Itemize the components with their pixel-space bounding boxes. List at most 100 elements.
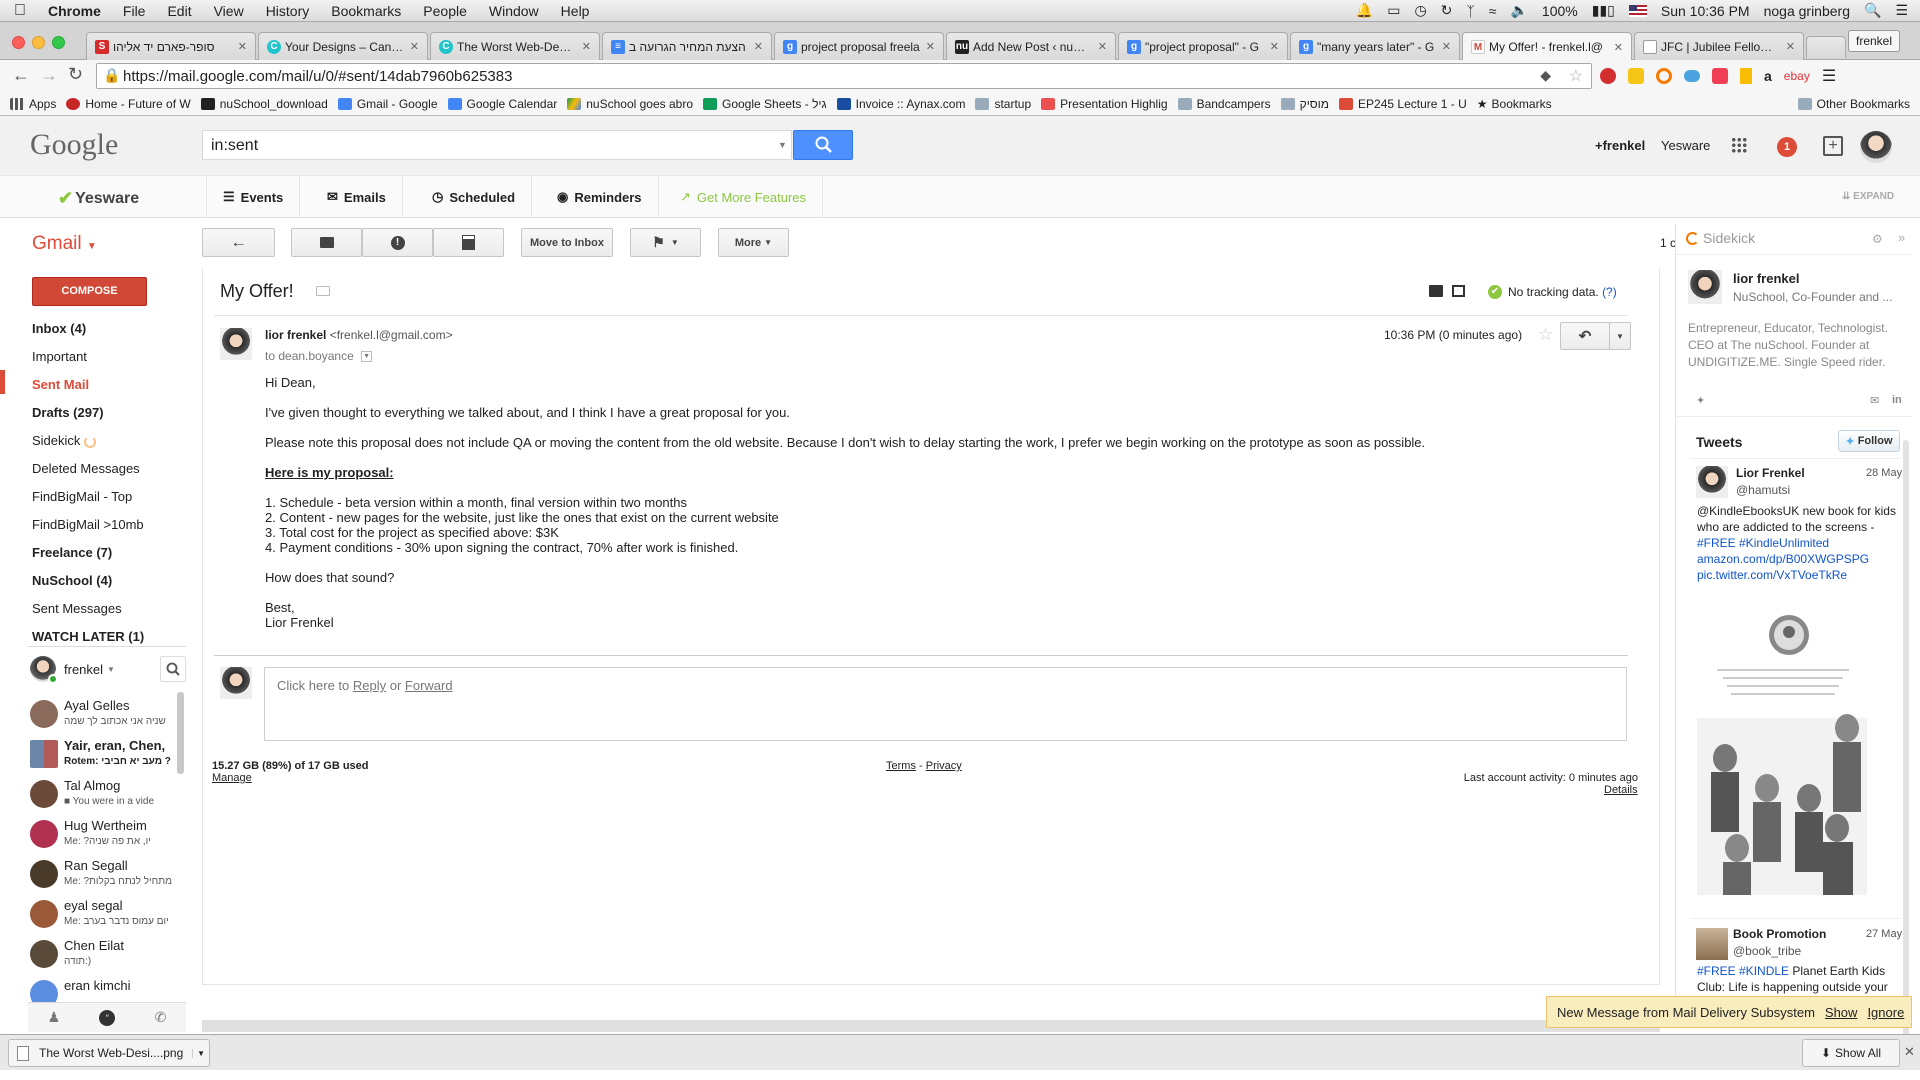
chat-item[interactable]: Yair, eran, Chen, Rotem: מעב יא חביבי ?: [28, 738, 178, 776]
menu-people[interactable]: People: [423, 3, 467, 19]
tweet-hashtags[interactable]: #FREE #KindleUnlimited: [1697, 536, 1829, 550]
forward-icon[interactable]: →: [40, 65, 58, 86]
tab-close-icon[interactable]: ✕: [410, 40, 419, 53]
os-user-name[interactable]: noga grinberg: [1764, 3, 1850, 19]
nav-freelance[interactable]: Freelance (7): [32, 545, 112, 560]
yesware-reminders-tab[interactable]: ◉ Reminders: [541, 176, 659, 218]
sender-avatar[interactable]: [220, 328, 252, 360]
compose-button[interactable]: COMPOSE: [32, 277, 147, 306]
labels-button[interactable]: ⚑ ▼: [630, 228, 701, 257]
new-window-icon[interactable]: [1452, 285, 1465, 297]
browser-tab[interactable]: JFC | Jubilee Fellowsh ✕: [1634, 32, 1804, 60]
tab-close-icon[interactable]: ✕: [1614, 41, 1623, 54]
nav-deleted-messages[interactable]: Deleted Messages: [32, 461, 140, 476]
star-icon[interactable]: ☆: [1538, 325, 1553, 345]
more-button[interactable]: More ▼: [718, 228, 789, 257]
tweet-hashtags[interactable]: #FREE #KINDLE: [1697, 964, 1789, 978]
tweet-author[interactable]: Lior Frenkel: [1736, 466, 1805, 480]
menu-edit[interactable]: Edit: [167, 3, 191, 19]
bookmark-item[interactable]: nuSchool goes abro: [567, 97, 693, 111]
label-outline-icon[interactable]: [316, 286, 330, 296]
profile-name[interactable]: lior frenkel: [1733, 271, 1799, 286]
volume-icon[interactable]: 🔈: [1510, 2, 1527, 19]
bookmark-folder[interactable]: startup: [975, 97, 1031, 111]
manage-storage-link[interactable]: Manage: [212, 772, 252, 784]
sender[interactable]: lior frenkel <frenkel.l@gmail.com>: [265, 328, 453, 342]
menu-window[interactable]: Window: [489, 3, 539, 19]
linkedin-icon[interactable]: in: [1892, 394, 1902, 406]
clock[interactable]: Sun 10:36 PM: [1661, 3, 1750, 19]
yesware-expand[interactable]: ⇊ EXPAND: [1842, 191, 1894, 202]
bookmark-item[interactable]: Google Sheets - גיל: [703, 97, 827, 111]
gear-icon[interactable]: ⚙: [1872, 232, 1883, 246]
notification-bell-icon[interactable]: 🔔: [1356, 2, 1373, 19]
follow-button[interactable]: ✦ Follow: [1838, 430, 1900, 452]
person-icon[interactable]: ♟: [48, 1009, 61, 1026]
chat-item[interactable]: Ran Segall Me: ?מתחיל לנתח בקלות: [28, 858, 178, 896]
menu-history[interactable]: History: [266, 3, 310, 19]
back-to-sent-button[interactable]: ←: [202, 228, 275, 257]
gmail-product-menu[interactable]: Gmail ▼: [32, 233, 97, 255]
report-spam-button[interactable]: !: [362, 228, 433, 257]
yesware-events-tab[interactable]: ☰ Events: [206, 176, 301, 218]
time-machine-icon[interactable]: ◷: [1414, 2, 1426, 19]
nav-drafts[interactable]: Drafts (297): [32, 405, 104, 420]
tweet-image[interactable]: [1697, 608, 1867, 895]
tweet-author[interactable]: Book Promotion: [1733, 927, 1826, 941]
nav-sent-mail[interactable]: Sent Mail: [32, 377, 89, 392]
hangouts-icon[interactable]: “: [99, 1009, 116, 1026]
nav-sent-messages[interactable]: Sent Messages: [32, 601, 122, 616]
browser-tab[interactable]: S סופר-פארם יד אליהו ✕: [86, 32, 256, 60]
nav-nuschool[interactable]: NuSchool (4): [32, 573, 112, 588]
bookmark-item[interactable]: Presentation Highlig: [1041, 97, 1168, 111]
reply-link[interactable]: Reply: [353, 678, 386, 693]
google-logo[interactable]: Google: [30, 128, 118, 162]
terms-link[interactable]: Terms: [886, 760, 916, 772]
yesware-more-features[interactable]: ↗ Get More Features: [664, 176, 824, 218]
chat-item[interactable]: Ayal Gelles שניה אני אכתוב לך שמה: [28, 698, 178, 736]
menu-bookmarks[interactable]: Bookmarks: [331, 3, 401, 19]
sidekick-ext-icon[interactable]: [1656, 68, 1672, 84]
adblock-icon[interactable]: [1600, 68, 1616, 84]
window-zoom-icon[interactable]: [52, 36, 65, 49]
yesware-emails-tab[interactable]: ✉ Emails: [311, 176, 403, 218]
tab-close-icon[interactable]: ✕: [1270, 40, 1279, 53]
chrome-menu-icon[interactable]: ☰: [1822, 66, 1836, 86]
yesware-logo[interactable]: ✔ Yesware: [58, 188, 139, 209]
browser-tab[interactable]: C The Worst Web-Design ✕: [430, 32, 600, 60]
back-icon[interactable]: ←: [12, 65, 30, 86]
browser-tab[interactable]: g "project proposal" - G ✕: [1118, 32, 1288, 60]
collapse-icon[interactable]: »: [1898, 230, 1905, 245]
yesware-scheduled-tab[interactable]: ◷ Scheduled: [416, 176, 533, 218]
sync-icon[interactable]: ↻: [1441, 2, 1453, 19]
apps-grid-icon[interactable]: [1731, 137, 1747, 153]
chat-item[interactable]: Chen Eilat תודה:): [28, 938, 178, 976]
search-input[interactable]: in:sent: [202, 130, 792, 160]
delete-button[interactable]: [433, 228, 504, 257]
horizontal-scrollbar[interactable]: [202, 1020, 1660, 1032]
yesware-link[interactable]: Yesware: [1661, 138, 1710, 153]
bookmark-item[interactable]: Home - Future of W: [66, 97, 191, 111]
reply-button[interactable]: ↶: [1560, 322, 1610, 350]
tracking-help-link[interactable]: (?): [1602, 285, 1617, 299]
show-details-icon[interactable]: ▼: [361, 351, 373, 363]
us-flag-icon[interactable]: [1628, 4, 1647, 17]
battery-percent[interactable]: 100%: [1542, 3, 1578, 19]
browser-tab[interactable]: g "many years later" - G ✕: [1290, 32, 1460, 60]
menu-view[interactable]: View: [214, 3, 244, 19]
download-item[interactable]: The Worst Web-Desi....png ▼: [8, 1039, 210, 1067]
spotlight-search-icon[interactable]: 🔍: [1864, 2, 1881, 19]
chat-item[interactable]: Hug Wertheim Me: ?יו, את פה שניה: [28, 818, 178, 856]
amazon-icon[interactable]: a: [1764, 68, 1772, 84]
chat-search-icon[interactable]: [160, 656, 186, 682]
notification-center-icon[interactable]: ☰: [1895, 2, 1908, 19]
cloud-icon[interactable]: [1684, 70, 1700, 82]
close-shelf-icon[interactable]: ✕: [1904, 1044, 1915, 1060]
menu-app-name[interactable]: Chrome: [48, 3, 101, 19]
notification-badge[interactable]: 1: [1777, 137, 1797, 157]
reply-more-button[interactable]: ▼: [1609, 322, 1631, 350]
chat-item[interactable]: eyal segal Me: יום עמוס נדבר בערב: [28, 898, 178, 936]
browser-tab-active[interactable]: M My Offer! - frenkel.l@ ✕: [1462, 32, 1632, 61]
twitter-icon[interactable]: ✦: [1696, 394, 1705, 407]
bookmark-item[interactable]: Google Calendar: [447, 97, 557, 111]
